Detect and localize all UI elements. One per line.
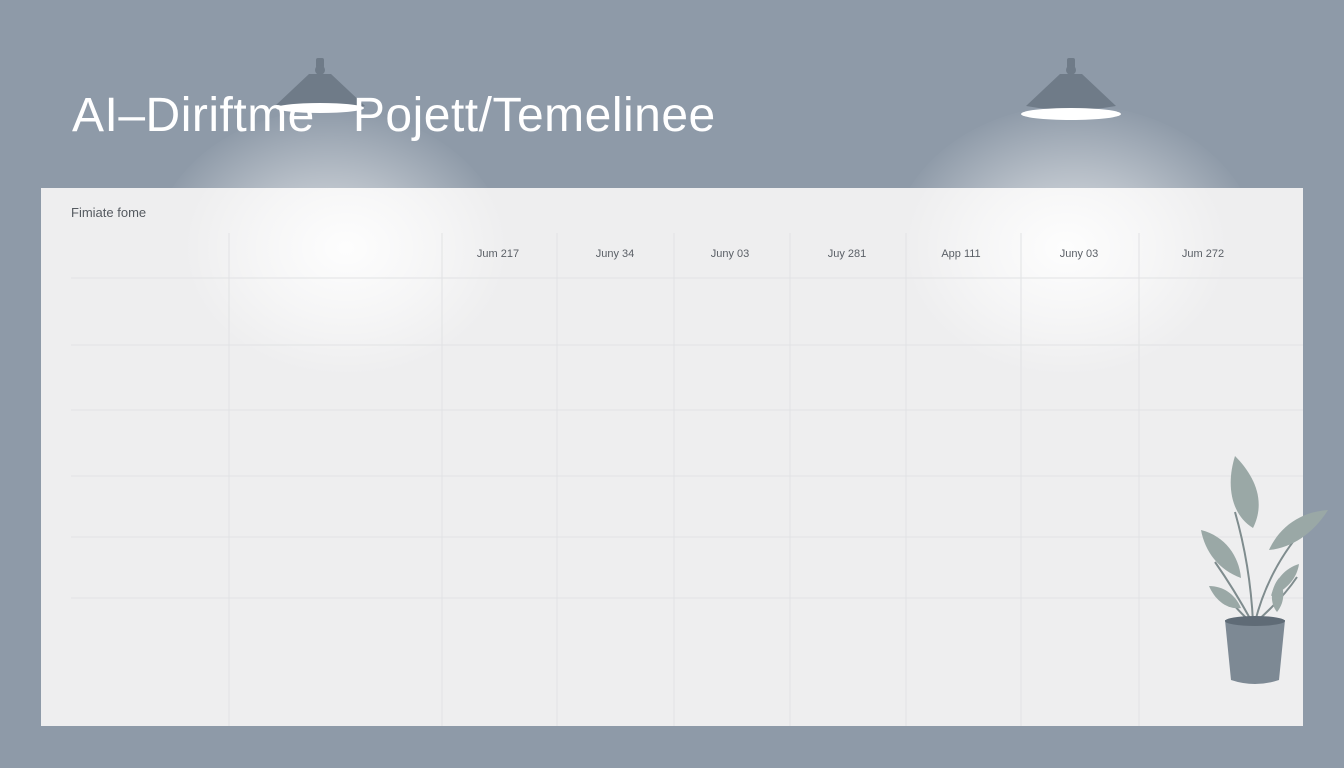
timeline-date-label: Jum 217 xyxy=(476,248,520,260)
pendant-lamp-icon xyxy=(1021,58,1121,120)
timeline-date-label: Juny 03 xyxy=(1059,248,1099,260)
page-title: AI–Diriftme Pojett/Temelinee xyxy=(72,88,716,143)
timeline-date-label: Jum 272 xyxy=(1181,248,1225,260)
timeline-date-label: Juny 34 xyxy=(595,248,635,260)
panel-label: Fimiate fome xyxy=(71,205,147,220)
timeline-date-label: App 111 xyxy=(941,248,981,260)
timeline-date-label: Juy 281 xyxy=(827,248,867,260)
potted-plant-icon xyxy=(1201,456,1328,684)
timeline-grid xyxy=(71,233,1303,726)
page-title-part-a: AI–Diriftme xyxy=(72,89,315,142)
timeline-panel: Fimiate fome Jum 217 Juny 34 Juny 03 Juy… xyxy=(41,188,1303,726)
timeline-date-label: Juny 03 xyxy=(710,248,750,260)
page-title-part-b: Pojett/Temelinee xyxy=(352,89,716,142)
